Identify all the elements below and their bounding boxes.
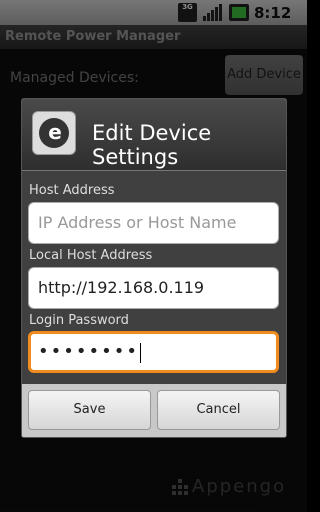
- host-address-input[interactable]: IP Address or Host Name: [28, 202, 279, 244]
- app-logo-icon: e: [32, 111, 76, 155]
- local-host-address-input[interactable]: http://192.168.0.119: [28, 267, 279, 309]
- dialog-title: Edit Device Settings: [92, 121, 212, 169]
- app-logo-glyph: e: [48, 120, 62, 144]
- dialog-body: Host Address IP Address or Host Name Loc…: [22, 171, 286, 384]
- cancel-button[interactable]: Cancel: [157, 390, 280, 430]
- host-address-label: Host Address: [29, 183, 115, 198]
- local-host-address-label: Local Host Address: [29, 248, 153, 263]
- login-password-label: Login Password: [29, 313, 129, 328]
- dialog-footer: Save Cancel: [22, 384, 286, 437]
- save-button[interactable]: Save: [28, 390, 151, 430]
- password-mask: ••••••••: [38, 341, 139, 362]
- login-password-input[interactable]: ••••••••: [28, 331, 279, 373]
- text-caret: [139, 342, 141, 363]
- edit-device-dialog: e Edit Device Settings Host Address IP A…: [21, 98, 287, 438]
- dialog-header: e Edit Device Settings: [22, 99, 286, 171]
